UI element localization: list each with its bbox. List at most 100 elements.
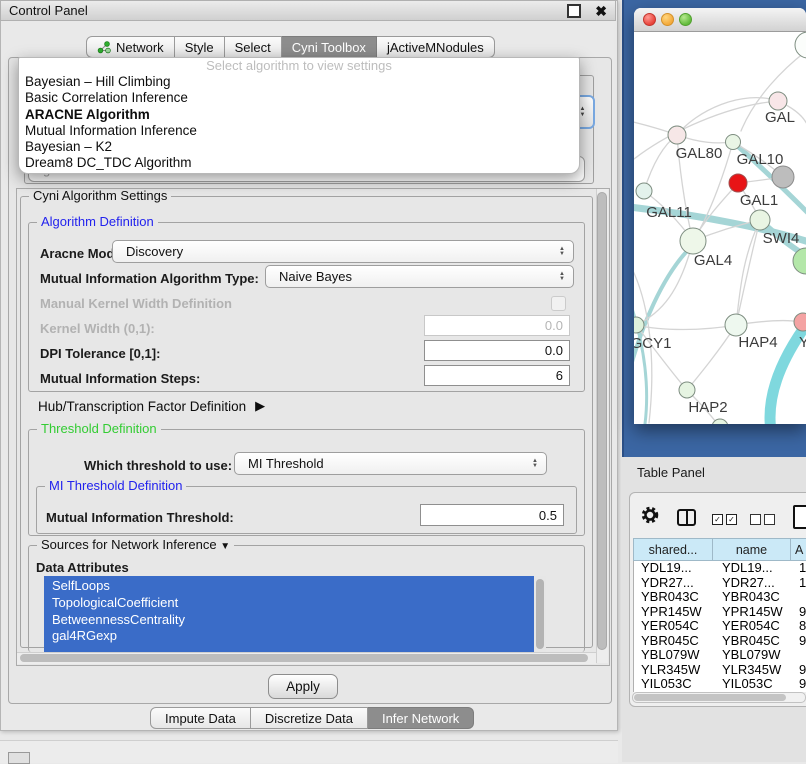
table-cell — [789, 590, 806, 605]
attribute-item-selected[interactable]: BetweennessCentrality — [44, 612, 534, 629]
table-cell: YBR043C — [712, 590, 789, 605]
table-cell: 9. — [789, 634, 806, 649]
close-icon[interactable]: ✖ — [595, 4, 607, 18]
which-threshold-value: MI Threshold — [248, 456, 324, 471]
table-row[interactable]: YPR145WYPR145W9. — [634, 605, 806, 620]
network-node[interactable] — [729, 174, 747, 192]
aracne-mode-combo[interactable]: Discovery ▲▼ — [112, 240, 574, 263]
close-traffic-light-icon[interactable] — [643, 13, 656, 26]
column-header[interactable]: A — [791, 539, 806, 560]
table-cell: YDR27... — [634, 576, 712, 591]
tab-cyni-toolbox[interactable]: Cyni Toolbox — [282, 36, 377, 58]
table-row[interactable]: YBR043CYBR043C — [634, 590, 806, 605]
tab-select[interactable]: Select — [225, 36, 282, 58]
network-node[interactable] — [679, 382, 695, 398]
select-all-columns-icon[interactable]: ✓ ✓ — [712, 514, 737, 525]
which-threshold-combo[interactable]: MI Threshold ▲▼ — [234, 452, 547, 475]
table-cell: YBR043C — [634, 590, 712, 605]
tab-discretize-data[interactable]: Discretize Data — [251, 707, 368, 729]
settings-horizontal-scrollbar-thumb[interactable] — [20, 654, 588, 662]
mi-threshold-field[interactable]: 0.5 — [420, 504, 564, 526]
dropdown-item[interactable]: Dream8 DC_TDC Algorithm — [19, 155, 579, 171]
manual-kernel-checkbox — [551, 296, 566, 311]
attribute-item-selected[interactable]: SelfLoops — [44, 578, 534, 595]
mi-threshold-value: 0.5 — [539, 508, 557, 523]
table-row[interactable]: YDR27...YDR27...12 — [634, 576, 806, 591]
dropdown-item[interactable]: Basic Correlation Inference — [19, 90, 579, 106]
column-header[interactable]: shared... — [634, 539, 713, 560]
node-label: GAL4 — [694, 252, 732, 269]
table-row[interactable]: YER054CYER054C8. — [634, 619, 806, 634]
network-canvas[interactable]: GALGAL80GAL10GAL11GAL1SWI4GAL4GCY1HAP4YH… — [634, 32, 806, 424]
network-edge[interactable] — [644, 135, 677, 191]
network-edge[interactable] — [636, 325, 736, 330]
expand-right-arrow-icon: ▶ — [255, 398, 265, 414]
tab-infer-network[interactable]: Infer Network — [368, 707, 474, 729]
table-cell: YDR27... — [712, 576, 789, 591]
dropdown-item[interactable]: Bayesian – K2 — [19, 139, 579, 155]
table-row[interactable]: YBR045CYBR045C9. — [634, 634, 806, 649]
dpi-tolerance-label: DPI Tolerance [0,1]: — [40, 346, 160, 361]
zoom-traffic-light-icon[interactable] — [679, 13, 692, 26]
columns-icon[interactable] — [677, 509, 696, 526]
dropdown-item[interactable]: Bayesian – Hill Climbing — [19, 74, 579, 90]
hub-definition-expander[interactable]: Hub/Transcription Factor Definition ▶ — [38, 398, 265, 414]
settings-vertical-scrollbar-thumb[interactable] — [597, 192, 607, 650]
mi-type-combo[interactable]: Naive Bayes ▲▼ — [265, 265, 574, 288]
node-label: HAP2 — [688, 399, 727, 416]
algorithm-dropdown-popup: Select algorithm to view settings Bayesi… — [18, 57, 580, 174]
control-panel-titlebar: Control Panel ✖ — [0, 0, 616, 21]
table-row[interactable]: YIL053CYIL053C9. — [634, 677, 806, 692]
table-cell: YBR045C — [634, 634, 712, 649]
checked-box-icon: ✓ — [726, 514, 737, 525]
table-row[interactable]: YLR345WYLR345W9. — [634, 663, 806, 678]
table-horizontal-scrollbar-thumb[interactable] — [634, 694, 786, 701]
dpi-tolerance-field[interactable]: 0.0 — [424, 340, 570, 361]
network-edge[interactable] — [736, 220, 760, 325]
minimize-traffic-light-icon[interactable] — [661, 13, 674, 26]
table-row[interactable]: YDL19...YDL19...13 — [634, 561, 806, 576]
network-node[interactable] — [636, 183, 652, 199]
tab-jactivemnodules[interactable]: jActiveMNodules — [377, 36, 495, 58]
float-window-icon[interactable] — [567, 4, 581, 18]
network-edge[interactable] — [687, 325, 736, 390]
network-node[interactable] — [668, 126, 686, 144]
network-node[interactable] — [772, 166, 794, 188]
sources-title-text: Sources for Network Inference — [41, 537, 217, 552]
table-body: YDL19...YDL19...13YDR27...YDR27...12YBR0… — [633, 561, 806, 692]
table-cell: YBL079W — [634, 648, 712, 663]
deselect-all-columns-icon[interactable] — [750, 514, 775, 525]
tab-impute-data[interactable]: Impute Data — [150, 707, 251, 729]
sources-group-title[interactable]: Sources for Network Inference ▼ — [37, 538, 234, 554]
network-node[interactable] — [726, 135, 741, 150]
network-node[interactable] — [794, 313, 806, 331]
network-node[interactable] — [680, 228, 706, 254]
mi-type-label: Mutual Information Algorithm Type: — [40, 271, 259, 286]
gear-icon[interactable] — [640, 505, 660, 528]
dropdown-placeholder: Select algorithm to view settings — [19, 58, 579, 74]
kernel-width-value: 0.0 — [545, 318, 563, 333]
bottom-strip — [0, 740, 618, 763]
tab-network[interactable]: Network — [86, 36, 175, 58]
dropdown-item[interactable]: Mutual Information Inference — [19, 123, 579, 139]
node-label: GAL11 — [646, 204, 692, 221]
mi-steps-field[interactable]: 6 — [424, 365, 570, 386]
table-cell: YPR145W — [712, 605, 789, 620]
dropdown-item-selected[interactable]: ARACNE Algorithm — [19, 107, 579, 123]
column-header[interactable]: name — [713, 539, 791, 560]
attribute-item-selected[interactable]: gal4RGexp — [44, 628, 534, 645]
table-row[interactable]: YBL079WYBL079W — [634, 648, 806, 663]
tab-jactivemnodules-label: jActiveMNodules — [387, 40, 484, 55]
tab-style[interactable]: Style — [175, 36, 225, 58]
attributes-list-scrollbar-thumb[interactable] — [536, 579, 544, 649]
document-icon[interactable] — [793, 505, 806, 529]
apply-button[interactable]: Apply — [268, 674, 338, 699]
attribute-item-selected[interactable]: TopologicalCoefficient — [44, 595, 534, 612]
network-node[interactable] — [769, 92, 787, 110]
network-node[interactable] — [725, 314, 747, 336]
tab-style-label: Style — [185, 40, 214, 55]
network-node[interactable] — [750, 210, 770, 230]
mi-threshold-label: Mutual Information Threshold: — [46, 510, 234, 525]
network-node[interactable] — [795, 32, 806, 58]
aracne-mode-value: Discovery — [126, 244, 183, 259]
